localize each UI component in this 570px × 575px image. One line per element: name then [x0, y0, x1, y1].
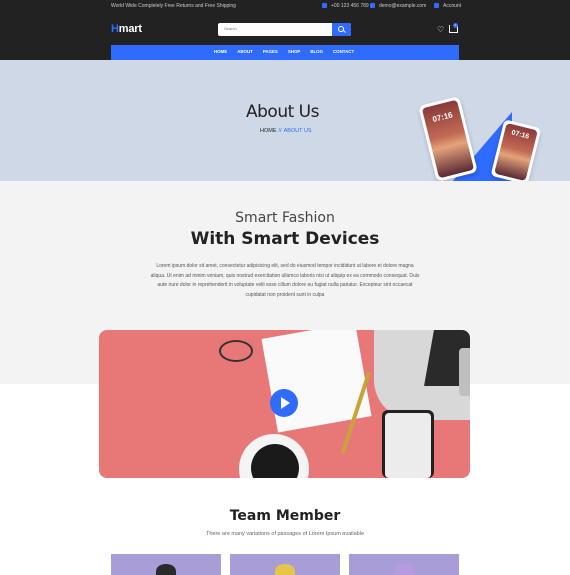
team-member-card[interactable] [230, 554, 340, 575]
logo-text: mart [118, 23, 142, 35]
team-member-card[interactable] [349, 554, 459, 575]
nav-item-shop[interactable]: SHOP [288, 49, 300, 54]
search-input[interactable] [224, 26, 324, 31]
account-label: Account [443, 3, 462, 9]
about-subtitle: Smart Fashion [235, 210, 335, 226]
play-button[interactable] [270, 389, 298, 417]
email-address: demo@example.com [379, 3, 427, 9]
main-nav: HOME ABOUT PAGES SHOP BLOG CONTACT [111, 45, 459, 60]
search-button[interactable] [332, 23, 351, 36]
wishlist-icon[interactable]: ♡ [437, 25, 444, 34]
phone-link[interactable]: +00 123 456 789 [322, 3, 369, 9]
mail-icon [370, 3, 375, 9]
nav-item-blog[interactable]: BLOG [310, 49, 323, 54]
account-link[interactable]: Account [434, 3, 461, 9]
page-hero: About Us HOME//ABOUT US 07:16 07:16 [0, 60, 570, 181]
about-title: With Smart Devices [190, 229, 380, 249]
user-icon [434, 3, 439, 9]
breadcrumb-separator: // [278, 128, 282, 134]
breadcrumb-home[interactable]: HOME [260, 128, 277, 134]
site-logo[interactable]: Hmart [111, 23, 142, 35]
search-bar [218, 23, 351, 36]
phone-number: +00 123 456 789 [331, 3, 369, 9]
email-link[interactable]: demo@example.com [370, 3, 426, 9]
breadcrumb-current: ABOUT US [283, 128, 312, 134]
nav-item-home[interactable]: HOME [214, 49, 227, 54]
team-title: Team Member [229, 508, 341, 524]
top-header: World Wide Completely Free Returns and F… [0, 0, 570, 60]
nav-item-about[interactable]: ABOUT [237, 49, 253, 54]
about-paragraph: Lorem ipsum dolor sit amet, consectetur … [150, 263, 420, 298]
cart-count-badge: 0 [453, 23, 458, 28]
phone-icon [322, 3, 327, 9]
nav-item-contact[interactable]: CONTACT [333, 49, 354, 54]
phone-mockup-image: 07:16 [418, 96, 478, 181]
promo-text: World Wide Completely Free Returns and F… [111, 3, 236, 9]
page-title: About Us [246, 102, 319, 122]
team-subtitle: There are many variations of passages of… [205, 531, 365, 537]
team-member-card[interactable] [111, 554, 221, 575]
logo-accent: H [111, 23, 119, 35]
breadcrumb: HOME//ABOUT US [260, 128, 312, 134]
nav-item-pages[interactable]: PAGES [263, 49, 278, 54]
